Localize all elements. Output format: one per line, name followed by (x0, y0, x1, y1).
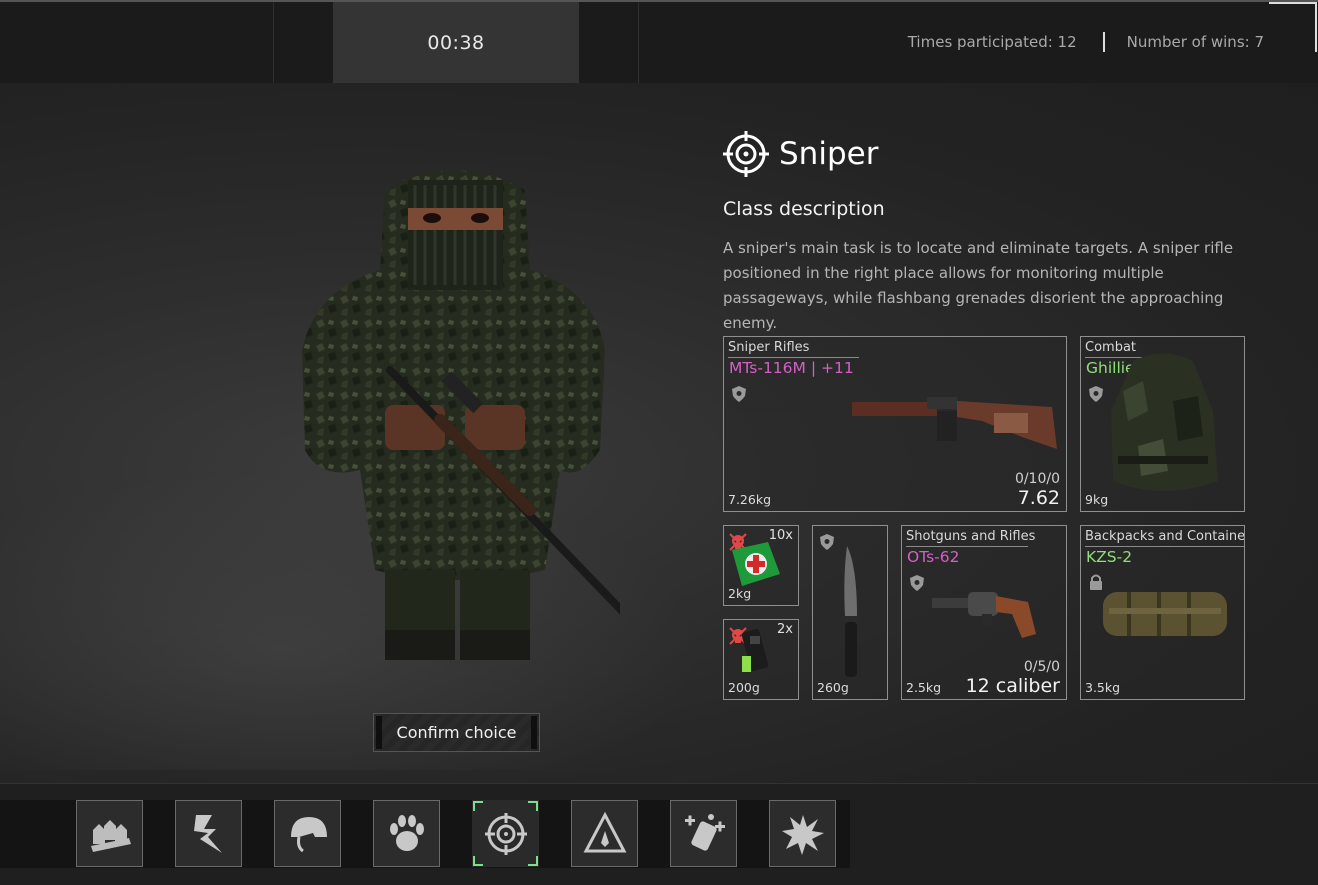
player-stats: Times participated: 12 Number of wins: 7 (908, 32, 1264, 52)
shotgun-pistol-image (932, 592, 1036, 638)
lightning-icon (193, 814, 222, 853)
ammo-belt-icon (90, 819, 131, 852)
knife-image (842, 546, 860, 677)
sniper-rifle-image (737, 397, 1057, 449)
slot-category: Shotguns and Rifles (906, 529, 1035, 547)
backpack-slot[interactable]: Backpacks and Containers KZS-2 3.5kg (1080, 525, 1245, 700)
shield-icon (1089, 386, 1103, 402)
item-weight: 3.5kg (1085, 680, 1121, 695)
class-button-scout[interactable] (373, 800, 440, 867)
item-weight: 260g (817, 680, 849, 695)
caliber: 12 caliber (965, 675, 1060, 697)
helmet-icon (290, 816, 327, 852)
secondary-weapon-slot[interactable]: Shotguns and Rifles OTs-62 2.5kg 0/5/0 1… (901, 525, 1067, 700)
paw-icon (389, 814, 424, 851)
match-timer: 00:38 (333, 2, 579, 83)
item-weight: 2.5kg (906, 680, 942, 695)
window-corner (1269, 2, 1317, 52)
selection-corner (528, 801, 538, 811)
crosshair-icon (723, 131, 769, 177)
shield-icon (820, 534, 834, 550)
class-title: Sniper (723, 131, 878, 177)
class-name: Sniper (779, 136, 879, 172)
item-weight: 7.26kg (728, 492, 772, 507)
armor-slot[interactable]: Combat Ghillie Suit 9kg (1080, 336, 1245, 512)
item-name: MTs-116M | +11 (729, 359, 854, 377)
item-weight: 9kg (1085, 492, 1109, 507)
item-weight: 200g (728, 680, 760, 695)
number-of-wins: Number of wins: 7 (1126, 33, 1264, 51)
class-button-sniper[interactable] (472, 800, 539, 867)
top-divider (273, 2, 274, 83)
class-button-assault[interactable] (76, 800, 143, 867)
top-divider (638, 2, 639, 83)
item-name: OTs-62 (907, 548, 960, 566)
tourniquet-image (741, 629, 769, 672)
class-button-demolition[interactable] (769, 800, 836, 867)
class-button-defender[interactable] (274, 800, 341, 867)
tourniquet-slot[interactable]: 2x 200g (723, 619, 799, 700)
crosshair-icon (484, 812, 527, 855)
ghillie-suit-image (1111, 353, 1218, 491)
slot-category: Backpacks and Containers (1085, 529, 1244, 547)
melee-slot[interactable]: 260g (812, 525, 888, 700)
times-participated: Times participated: 12 (907, 33, 1077, 51)
item-count: 2x (777, 622, 793, 637)
top-bar: 00:38 Times participated: 12 Number of w… (0, 0, 1318, 83)
selection-corner (473, 856, 483, 866)
explosion-icon (781, 814, 824, 855)
description-heading: Class description (723, 198, 885, 220)
medkit-slot[interactable]: 10x 2kg (723, 525, 799, 606)
backpack-image (1103, 592, 1227, 636)
stats-separator (1102, 32, 1105, 52)
medical-supplies-icon (684, 813, 725, 851)
warning-triangle-icon (583, 811, 626, 852)
caliber: 7.62 (1017, 487, 1060, 509)
class-button-stormtrooper[interactable] (175, 800, 242, 867)
class-selection-bar (0, 783, 1318, 885)
slot-category: Sniper Rifles (728, 340, 859, 358)
class-button-engineer[interactable] (571, 800, 638, 867)
item-weight: 2kg (728, 586, 752, 601)
item-name: KZS-2 (1086, 548, 1133, 566)
selection-corner (473, 801, 483, 811)
class-description: A sniper's main task is to locate and el… (723, 239, 1234, 332)
primary-weapon-slot[interactable]: Sniper Rifles MTs-116M | +11 7.26kg 0/10… (723, 336, 1067, 512)
medkit-image (732, 542, 780, 586)
confirm-choice-button[interactable]: Confirm choice (373, 713, 540, 752)
ammo-count: 0/5/0 (1023, 659, 1060, 675)
sniper-character-model (302, 170, 620, 660)
selection-corner (528, 856, 538, 866)
ammo-count: 0/10/0 (1014, 471, 1060, 487)
shield-icon (910, 575, 924, 591)
class-button-medic[interactable] (670, 800, 737, 867)
